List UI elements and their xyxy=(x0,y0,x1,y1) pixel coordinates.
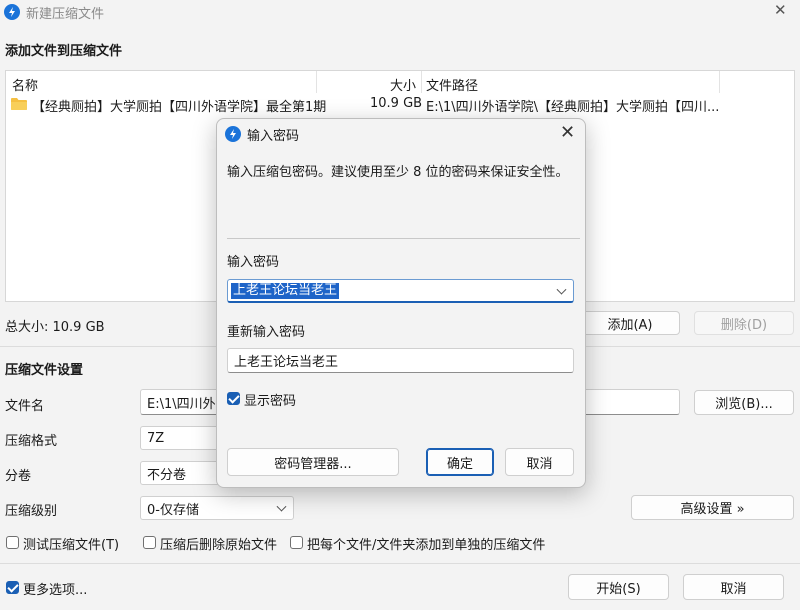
file-path: E:\1\四川外语学院\【经典厕拍】大学厕拍【四川... xyxy=(426,100,720,115)
chevron-down-icon xyxy=(276,501,287,512)
level-label: 压缩级别 xyxy=(5,504,58,519)
dialog-title: 输入密码 xyxy=(247,129,300,144)
dialog-cancel-button[interactable]: 取消 xyxy=(505,448,574,476)
separate-archives-label: 把每个文件/文件夹添加到单独的压缩文件 xyxy=(307,538,546,553)
test-archive-checkbox[interactable] xyxy=(6,536,19,549)
start-button[interactable]: 开始(S) xyxy=(568,574,669,600)
test-archive-label: 测试压缩文件(T) xyxy=(23,538,120,553)
table-row[interactable]: 【经典厕拍】大学厕拍【四川外语学院】最全第1期 10.9 GB E:\1\四川外… xyxy=(6,94,794,116)
cancel-button[interactable]: 取消 xyxy=(683,574,784,600)
ok-button[interactable]: 确定 xyxy=(426,448,494,476)
password-label: 输入密码 xyxy=(227,255,280,270)
column-header-path[interactable]: 文件路径 xyxy=(426,75,478,94)
reenter-password-input[interactable]: 上老王论坛当老王 xyxy=(227,348,574,373)
browse-button[interactable]: 浏览(B)... xyxy=(694,390,794,415)
window-close-icon[interactable]: ✕ xyxy=(774,1,787,19)
dialog-close-icon[interactable]: ✕ xyxy=(560,122,575,143)
more-options-label: 更多选项... xyxy=(23,583,88,598)
settings-section-title: 压缩文件设置 xyxy=(5,363,84,378)
folder-icon xyxy=(11,98,27,110)
more-options-checkbox[interactable] xyxy=(6,581,19,594)
password-manager-button[interactable]: 密码管理器... xyxy=(227,448,399,476)
chevron-down-icon[interactable] xyxy=(556,284,567,295)
app-logo-icon xyxy=(4,4,20,20)
password-dialog: 输入密码 ✕ 输入压缩包密码。建议使用至少 8 位的密码来保证安全性。 输入密码… xyxy=(216,118,586,488)
delete-after-label: 压缩后删除原始文件 xyxy=(160,538,278,553)
dialog-logo-icon xyxy=(225,126,241,142)
files-section-title: 添加文件到压缩文件 xyxy=(5,44,123,59)
split-label: 分卷 xyxy=(5,469,32,484)
dialog-description: 输入压缩包密码。建议使用至少 8 位的密码来保证安全性。 xyxy=(227,165,569,180)
column-header-name[interactable]: 名称 xyxy=(12,75,38,94)
reenter-password-label: 重新输入密码 xyxy=(227,325,306,340)
filename-label: 文件名 xyxy=(5,399,45,414)
reenter-password-value: 上老王论坛当老王 xyxy=(234,355,339,370)
password-input[interactable]: 上老王论坛当老王 xyxy=(227,279,574,303)
level-value: 0-仅存储 xyxy=(147,502,199,518)
file-size: 10.9 GB xyxy=(370,96,423,111)
show-password-label: 显示密码 xyxy=(244,394,297,409)
delete-after-checkbox[interactable] xyxy=(143,536,156,549)
separate-archives-checkbox[interactable] xyxy=(290,536,303,549)
show-password-checkbox[interactable] xyxy=(227,392,240,405)
column-header-size[interactable]: 大小 xyxy=(390,75,416,94)
delete-button[interactable]: 删除(D) xyxy=(694,311,794,335)
window-title: 新建压缩文件 xyxy=(26,7,105,22)
file-name: 【经典厕拍】大学厕拍【四川外语学院】最全第1期 xyxy=(32,100,327,115)
format-value: 7Z xyxy=(147,430,165,446)
level-select[interactable]: 0-仅存储 xyxy=(140,496,294,520)
password-value: 上老王论坛当老王 xyxy=(231,283,340,299)
total-size: 总大小: 10.9 GB xyxy=(5,320,105,335)
title-bar: 新建压缩文件 ✕ xyxy=(0,0,800,24)
split-value: 不分卷 xyxy=(147,467,187,483)
format-label: 压缩格式 xyxy=(5,434,58,449)
advanced-settings-button[interactable]: 高级设置 » xyxy=(631,495,794,520)
add-button[interactable]: 添加(A) xyxy=(580,311,680,335)
